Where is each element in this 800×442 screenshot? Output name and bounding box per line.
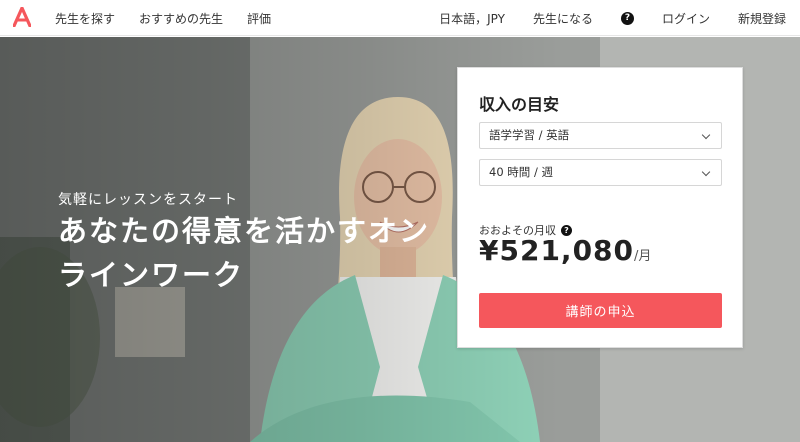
income-estimator-card: 収入の目安 語学学習 / 英語 40 時間 / 週 おおよその月収 ? ¥521… — [457, 67, 743, 348]
language-currency-selector[interactable]: 日本語，JPY — [439, 10, 505, 27]
estimated-amount-unit: /月 — [634, 249, 652, 264]
nav-find-teacher-link[interactable]: 先生を探す — [55, 10, 115, 27]
brand-logo-icon[interactable] — [13, 7, 31, 27]
estimated-amount: ¥521,080/月 — [479, 234, 651, 267]
nav-right-group: 日本語，JPY 先生になる ? ログイン 新規登録 — [411, 0, 786, 36]
estimated-amount-value: ¥521,080 — [479, 234, 635, 267]
chevron-down-icon — [701, 130, 711, 140]
hours-select[interactable]: 40 時間 / 週 — [479, 159, 722, 186]
nav-reviews-link[interactable]: 評価 — [247, 10, 271, 27]
apply-teacher-button[interactable]: 講師の申込 — [479, 293, 722, 328]
hero-subtitle: 気軽にレッスンをスタート — [58, 192, 238, 208]
help-icon[interactable]: ? — [620, 11, 634, 25]
nav-recommended-teachers-link[interactable]: おすすめの先生 — [139, 10, 223, 27]
chevron-down-icon — [701, 167, 711, 177]
estimator-title: 収入の目安 — [479, 95, 560, 114]
signup-link[interactable]: 新規登録 — [738, 10, 786, 27]
become-teacher-link[interactable]: 先生になる — [533, 10, 593, 27]
hero-title: あなたの得意を活かすオンラインワーク — [58, 214, 431, 292]
nav-left-group: 先生を探す おすすめの先生 評価 — [55, 0, 295, 36]
top-navbar: 先生を探す おすすめの先生 評価 日本語，JPY 先生になる ? ログイン 新規… — [0, 0, 800, 36]
subject-select-value: 語学学習 / 英語 — [489, 128, 570, 142]
hours-select-value: 40 時間 / 週 — [489, 165, 553, 179]
login-link[interactable]: ログイン — [662, 10, 710, 27]
subject-select[interactable]: 語学学習 / 英語 — [479, 122, 722, 149]
